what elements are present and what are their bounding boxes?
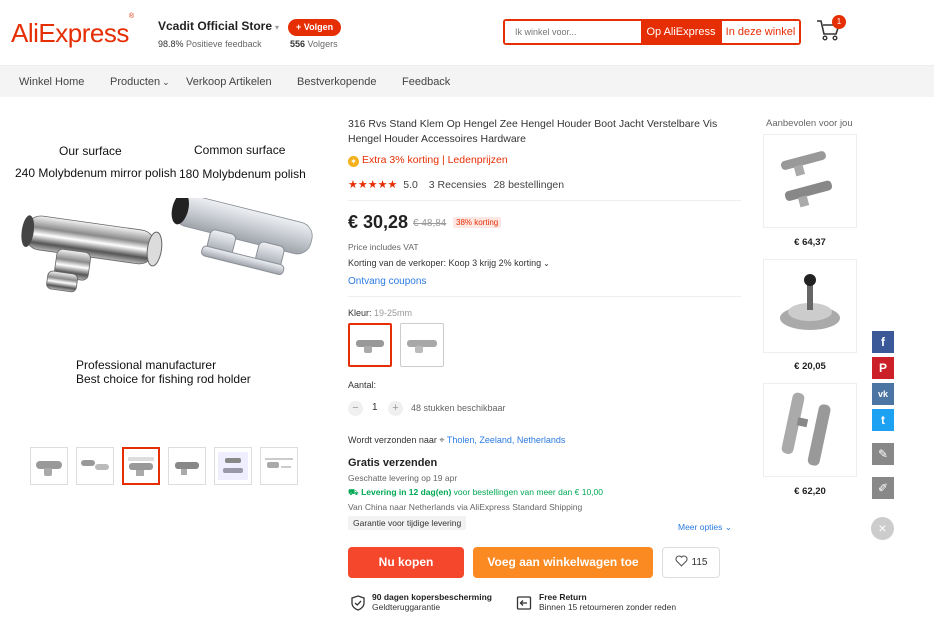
buy-now-button[interactable]: Nu kopen (348, 547, 464, 578)
thumbnail-active[interactable] (122, 447, 160, 485)
recommended-price: € 20,05 (794, 361, 826, 372)
nav-item-bestsellers[interactable]: Bestverkopende (297, 76, 377, 88)
vat-note: Price includes VAT (348, 242, 419, 252)
follow-button[interactable]: + Volgen (288, 19, 342, 36)
reviews-link[interactable]: 3 Recensies (429, 179, 487, 191)
delivery-promise: ⛟ Levering in 12 dag(en) voor bestelling… (348, 487, 603, 497)
orders-count: 28 bestellingen (493, 179, 565, 191)
discount-badge: 38% korting (453, 217, 502, 228)
add-to-cart-button[interactable]: Voeg aan winkelwagen toe (473, 547, 653, 578)
recommended-title: Aanbevolen voor jou (766, 118, 853, 129)
thumbnail[interactable] (168, 447, 206, 485)
vk-icon[interactable]: vk (872, 383, 894, 405)
twitter-icon[interactable]: t (872, 409, 894, 431)
quantity-label: Aantal: (348, 380, 377, 390)
current-price: € 30,28 (348, 212, 409, 232)
positive-feedback: 98.8% Positieve feedback (158, 39, 262, 49)
recommended-price: € 62,20 (794, 486, 826, 497)
ship-to: Wordt verzonden naar ⌖ Tholen, Zeeland, … (348, 435, 566, 445)
color-label: Kleur: 19-25mm (348, 308, 413, 318)
get-coupons-link[interactable]: Ontvang coupons (348, 276, 426, 287)
color-swatch[interactable] (400, 323, 444, 367)
shipping-route: Van China naar Netherlands via AliExpres… (348, 502, 583, 512)
free-return: Free Return Binnen 15 retourneren zonder … (539, 592, 677, 612)
followers-count: 556 Volgers (290, 39, 338, 49)
location-pin-icon: ⌖ (439, 435, 445, 445)
our-surface-label: Our surface (59, 144, 122, 158)
close-icon[interactable]: × (871, 517, 894, 540)
heart-icon (675, 555, 688, 567)
thumbnail[interactable] (30, 447, 68, 485)
search-store-button[interactable]: In deze winkel (721, 21, 799, 43)
coin-icon: ✦ (348, 156, 359, 167)
store-header: AliExpress® Vcadit Official Store ▾ 98.8%… (0, 0, 934, 65)
rating-value: 5.0 (403, 179, 418, 191)
quantity-decrease-button[interactable]: − (348, 401, 363, 416)
facebook-icon[interactable]: f (872, 331, 894, 353)
cart-count-badge: 1 (832, 15, 846, 29)
common-surface-label: Common surface (194, 143, 286, 157)
buyer-protection: 90 dagen kopersbescherming Geldteruggaran… (372, 592, 492, 612)
shipping-estimate: Geschatte levering op 19 apr (348, 473, 458, 483)
return-icon (516, 596, 532, 610)
nav-item-home[interactable]: Winkel Home (19, 76, 84, 88)
truck-icon: ⛟ (348, 487, 359, 497)
divider (348, 296, 741, 297)
chevron-down-icon: ⌄ (162, 77, 170, 87)
product-title: 316 Rvs Stand Klem Op Hengel Zee Hengel … (348, 118, 718, 145)
aliexpress-logo[interactable]: AliExpress® (11, 13, 134, 49)
shield-icon (351, 595, 365, 611)
thumbnail[interactable] (260, 447, 298, 485)
seller-discount[interactable]: Korting van de verkoper: Koop 3 krijg 2%… (348, 258, 550, 268)
extra-discount[interactable]: ✦ Extra 3% korting | Ledenprijzen (348, 154, 508, 167)
recommended-product[interactable] (763, 259, 857, 353)
wishlist-button[interactable]: 115 (662, 547, 720, 578)
recommended-price: € 64,37 (794, 237, 826, 248)
ship-to-location-link[interactable]: Tholen, Zeeland, Netherlands (447, 435, 566, 445)
chevron-down-icon: ⌄ (724, 522, 732, 532)
store-name[interactable]: Vcadit Official Store ▾ (158, 19, 279, 33)
recommended-product[interactable] (763, 383, 857, 477)
store-nav: Winkel Home Producten ⌄ Verkoop Artikelen… (0, 65, 934, 97)
rating-row: ★★★★★ 5.0 3 Recensies 28 bestellingen (348, 178, 564, 191)
original-price: € 48,84 (413, 218, 447, 229)
rod-holder-image (21, 198, 313, 293)
pen-icon[interactable]: ✐ (872, 477, 894, 499)
quantity-value[interactable]: 1 (372, 402, 378, 413)
thumbnail[interactable] (214, 447, 252, 485)
search-bar: Op AliExpress In deze winkel (503, 19, 801, 45)
tagline-best-choice: Best choice for fishing rod holder (76, 372, 251, 386)
free-shipping-title: Gratis verzenden (348, 457, 438, 469)
search-input[interactable] (505, 21, 641, 43)
divider (348, 200, 741, 201)
search-aliexpress-button[interactable]: Op AliExpress (641, 21, 721, 43)
nav-item-feedback[interactable]: Feedback (402, 76, 450, 88)
recommended-product[interactable] (763, 134, 857, 228)
nav-item-products[interactable]: Producten ⌄ (110, 76, 170, 88)
main-product-image[interactable]: Our surface 240 Molybdenum mirror polish… (10, 118, 320, 408)
quantity-available: 48 stukken beschikbaar (411, 403, 506, 413)
chevron-down-icon: ▾ (275, 23, 280, 32)
more-options-link[interactable]: Meer opties ⌄ (678, 522, 732, 533)
thumbnail[interactable] (76, 447, 114, 485)
pinterest-icon[interactable]: P (872, 357, 894, 379)
nav-item-sale[interactable]: Verkoop Artikelen (186, 76, 272, 88)
tagline-manufacturer: Professional manufacturer (76, 358, 217, 372)
rating-stars-icon: ★★★★★ (348, 179, 398, 191)
quantity-increase-button[interactable]: + (388, 401, 403, 416)
our-surface-spec: 240 Molybdenum mirror polish (15, 166, 177, 180)
edit-icon[interactable]: ✎ (872, 443, 894, 465)
color-swatch-selected[interactable] (348, 323, 392, 367)
common-surface-spec: 180 Molybdenum polish (179, 167, 306, 181)
on-time-guarantee-badge: Garantie voor tijdige levering (348, 516, 467, 530)
chevron-down-icon: ⌄ (543, 259, 550, 268)
